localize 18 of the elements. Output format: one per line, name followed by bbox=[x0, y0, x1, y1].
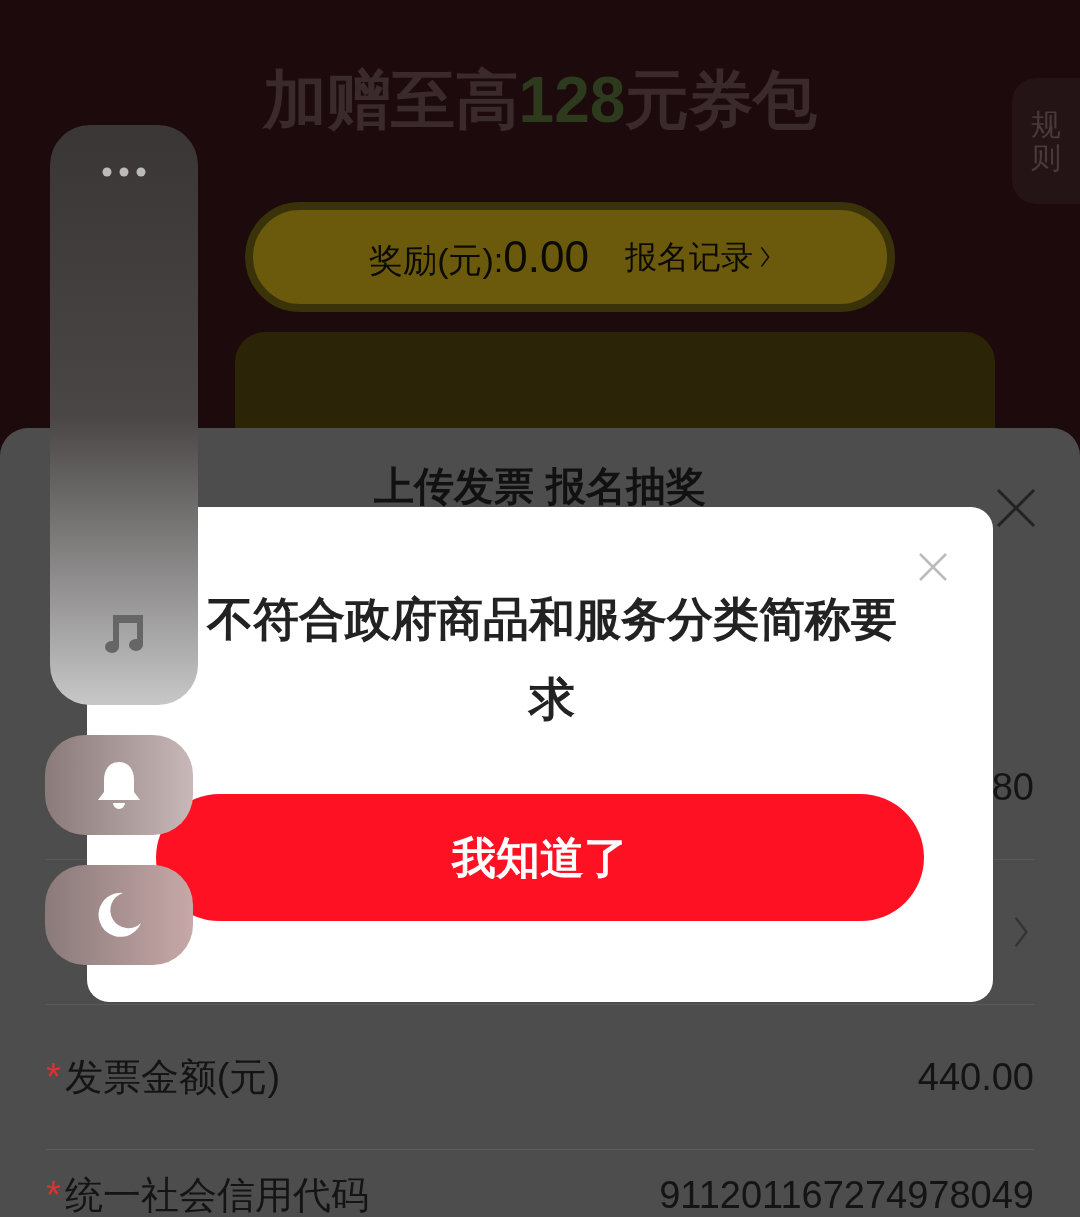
dialog-message: 不符合政府商品和服务分类简称要求 bbox=[205, 592, 898, 727]
field-value: 440.00 bbox=[917, 1054, 1034, 1100]
field-value: 80 bbox=[991, 764, 1034, 810]
sheet-title: 上传发票 报名抽奖 bbox=[374, 463, 706, 510]
more-icon[interactable] bbox=[102, 167, 146, 177]
bell-button[interactable] bbox=[45, 735, 193, 835]
chevron-right-icon bbox=[758, 245, 771, 269]
field-label: 发票金额(元) bbox=[64, 1054, 281, 1100]
required-asterisk: * bbox=[46, 1054, 61, 1100]
chevron-right-icon bbox=[1012, 914, 1030, 950]
confirm-button[interactable]: 我知道了 bbox=[156, 794, 924, 921]
reward-amount: 奖励(元):0.00 bbox=[369, 231, 589, 283]
field-label: 统一社会信用代码 bbox=[64, 1172, 369, 1217]
required-asterisk: * bbox=[46, 1172, 61, 1217]
records-link[interactable]: 报名记录 bbox=[624, 233, 771, 281]
bell-icon bbox=[95, 760, 143, 810]
night-mode-button[interactable] bbox=[45, 865, 193, 965]
field-value: 911201167274978049 bbox=[659, 1172, 1034, 1217]
